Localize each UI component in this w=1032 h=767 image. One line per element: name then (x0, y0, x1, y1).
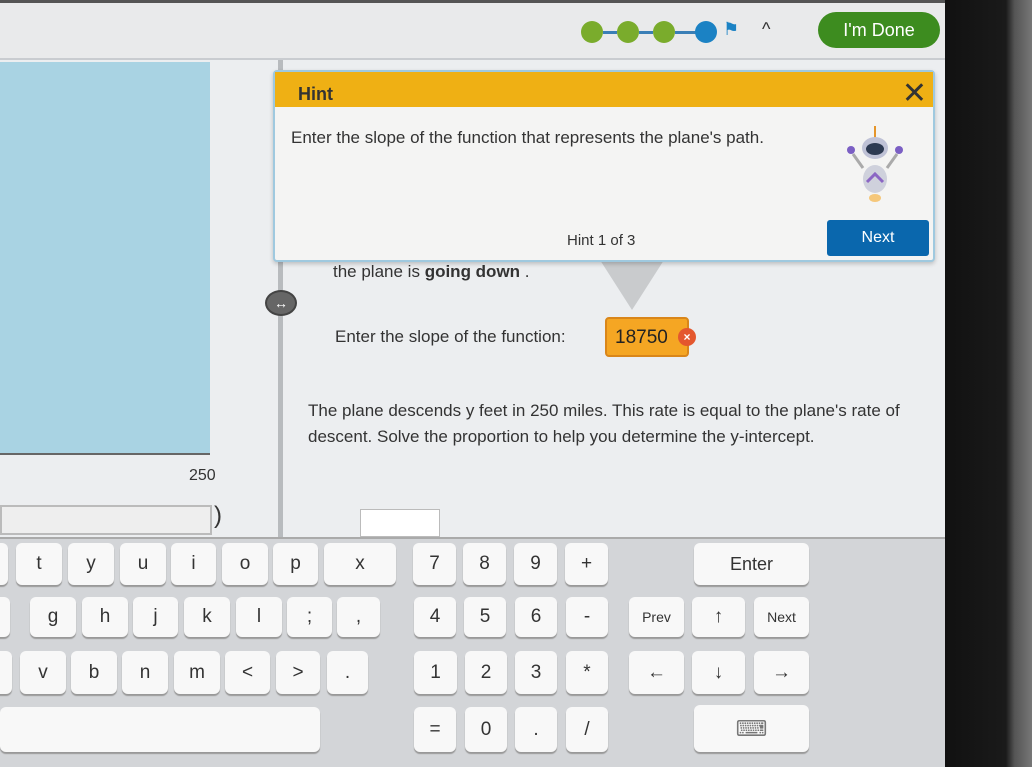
key-4[interactable]: 4 (414, 597, 456, 637)
previous-step-text: the plane is going down . (333, 262, 530, 281)
flag-icon: ⚑ (723, 19, 740, 39)
graph-panel (0, 62, 210, 455)
key-symbol[interactable]: → (754, 651, 809, 694)
spacebar[interactable] (0, 707, 320, 752)
keyboard-toggle-button[interactable]: ⌨ (694, 705, 809, 752)
chevron-up-icon[interactable]: ^ (762, 19, 770, 40)
key-Next[interactable]: Next (754, 597, 809, 637)
key-j[interactable]: j (133, 597, 178, 637)
key-symbol[interactable]: . (515, 707, 557, 752)
key-u[interactable]: u (120, 543, 166, 585)
key-7[interactable]: 7 (413, 543, 456, 585)
answer-input[interactable] (360, 509, 440, 537)
hint-dialog: Hint ✕ Enter the slope of the function t… (273, 70, 935, 262)
resize-handle-icon[interactable]: ↔ (265, 290, 297, 316)
key-symbol[interactable]: ← (629, 651, 684, 694)
screen-bezel (945, 0, 1032, 767)
key-symbol[interactable]: + (565, 543, 608, 585)
keyboard-icon: ⌨ (735, 715, 768, 741)
key-6[interactable]: 6 (515, 597, 557, 637)
key-v[interactable]: v (20, 651, 66, 694)
key-symbol[interactable]: , (337, 597, 380, 637)
key-i[interactable]: i (171, 543, 216, 585)
top-bar: ⚑ ^ (0, 0, 945, 60)
slope-prompt: Enter the slope of the function: (335, 327, 566, 346)
slope-answer-input[interactable]: 18750 (605, 317, 689, 357)
progress-step-3[interactable] (653, 21, 675, 43)
key-symbol[interactable]: = (414, 707, 456, 752)
key-symbol[interactable]: ↑ (692, 597, 745, 637)
equation-input[interactable] (0, 505, 212, 535)
key-9[interactable]: 9 (514, 543, 557, 585)
close-icon[interactable]: ✕ (902, 76, 927, 111)
pointer-triangle (600, 260, 664, 310)
progress-connector (675, 31, 697, 34)
backspace-key[interactable]: x (324, 543, 396, 585)
key-symbol[interactable]: > (276, 651, 320, 694)
progress-connector (639, 31, 653, 34)
key-o[interactable]: o (222, 543, 268, 585)
problem-text: The plane descends y feet in 250 miles. … (308, 401, 900, 446)
hint-counter: Hint 1 of 3 (567, 232, 636, 249)
progress-step-4-current[interactable] (695, 21, 717, 43)
key-c[interactable] (0, 651, 12, 694)
hint-header: Hint ✕ (275, 72, 933, 110)
key-Enter[interactable]: Enter (694, 543, 809, 585)
hint-title: Hint (298, 84, 333, 104)
key-symbol[interactable]: . (327, 651, 368, 694)
hint-next-button[interactable]: Next (827, 220, 929, 256)
key-symbol[interactable]: ; (287, 597, 332, 637)
robot-mascot-icon (847, 126, 903, 202)
key-b[interactable]: b (71, 651, 117, 694)
key-h[interactable]: h (82, 597, 128, 637)
key-1[interactable]: 1 (414, 651, 457, 694)
key-t[interactable]: t (16, 543, 62, 585)
key-symbol[interactable]: * (566, 651, 608, 694)
key-l[interactable]: l (236, 597, 282, 637)
hint-text: Enter the slope of the function that rep… (291, 128, 764, 147)
error-icon: × (678, 328, 696, 346)
im-done-button[interactable]: I'm Done (818, 12, 940, 48)
key-symbol[interactable]: ↓ (692, 651, 745, 694)
key-f[interactable] (0, 597, 10, 637)
key-symbol[interactable]: - (566, 597, 608, 637)
key-Prev[interactable]: Prev (629, 597, 684, 637)
key-g[interactable]: g (30, 597, 76, 637)
key-m[interactable]: m (174, 651, 220, 694)
key-k[interactable]: k (184, 597, 230, 637)
progress-step-1[interactable] (581, 21, 603, 43)
key-2[interactable]: 2 (465, 651, 507, 694)
key-5[interactable]: 5 (464, 597, 506, 637)
key-y[interactable]: y (68, 543, 114, 585)
key-n[interactable]: n (122, 651, 168, 694)
progress-step-2[interactable] (617, 21, 639, 43)
key-symbol[interactable]: < (225, 651, 270, 694)
progress-connector (603, 31, 617, 34)
key-p[interactable]: p (273, 543, 318, 585)
key-symbol[interactable]: / (566, 707, 608, 752)
key-0[interactable]: 0 (465, 707, 507, 752)
key-partial[interactable] (0, 543, 8, 585)
key-8[interactable]: 8 (463, 543, 506, 585)
axis-label: 250 (189, 467, 216, 484)
key-3[interactable]: 3 (515, 651, 557, 694)
paren: ) (214, 502, 222, 529)
